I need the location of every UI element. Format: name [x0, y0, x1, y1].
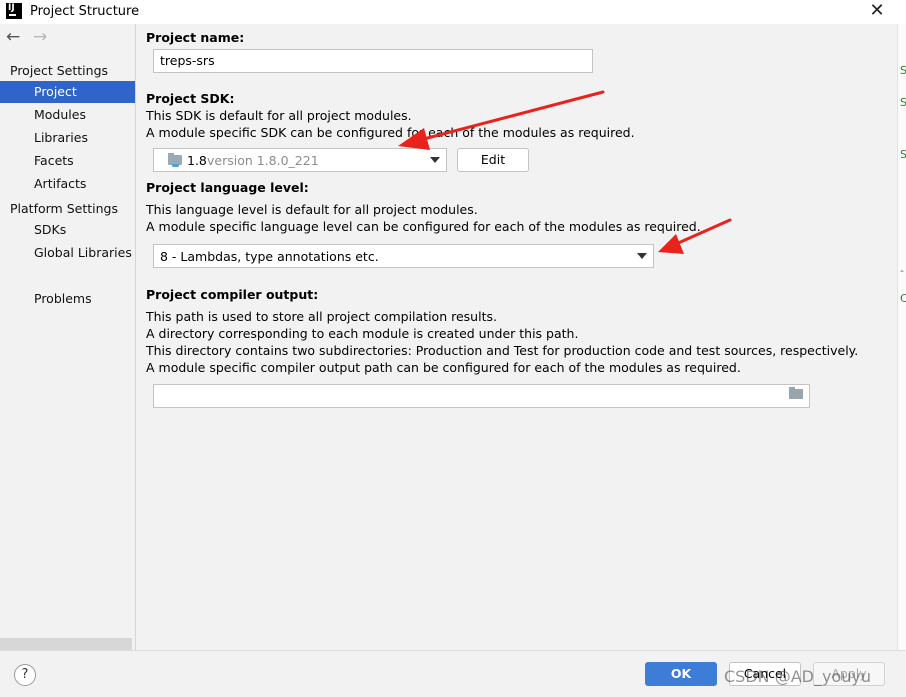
annotation-arrows — [398, 90, 732, 254]
watermark: CSDN @AD_youyu — [724, 667, 871, 686]
annotation-arrow-sdk — [398, 90, 605, 150]
annotation-arrow-language-level — [658, 218, 732, 254]
